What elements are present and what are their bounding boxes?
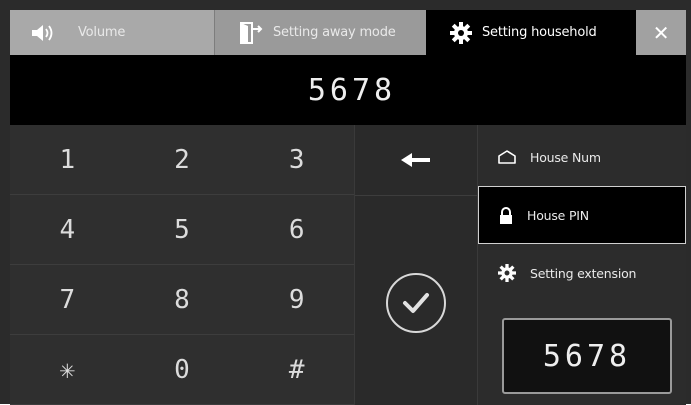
key-8[interactable]: 8 [124, 265, 240, 335]
key-4[interactable]: 4 [10, 195, 125, 265]
key-5[interactable]: 5 [124, 195, 240, 265]
tab-bar: Volume Setting away mode Setting househo… [10, 10, 686, 55]
key-star[interactable]: ✳ [10, 335, 125, 405]
key-2[interactable]: 2 [124, 125, 240, 195]
tab-volume-label: Volume [78, 25, 126, 40]
gear-icon [450, 21, 472, 44]
menu-item-house-num-label: House Num [530, 149, 601, 165]
code-display-bar: 5678 [10, 55, 686, 125]
gear-icon [498, 264, 516, 282]
house-pin-display: 5678 [502, 318, 672, 394]
menu-item-house-pin-label: House PIN [527, 207, 589, 223]
speaker-icon [30, 24, 56, 42]
key-0[interactable]: 0 [124, 335, 240, 405]
key-1[interactable]: 1 [10, 125, 125, 195]
menu-item-house-pin[interactable]: House PIN [478, 186, 686, 244]
house-pin-value: 5678 [542, 338, 632, 374]
menu-item-house-num[interactable]: House Num [478, 128, 686, 186]
household-menu: House Num House PIN Setting extension 56… [478, 125, 686, 405]
key-6[interactable]: 6 [239, 195, 354, 265]
keypad-actions [354, 125, 478, 405]
tab-household[interactable]: Setting household [426, 10, 636, 55]
exit-door-icon [239, 21, 263, 44]
lock-icon [499, 206, 513, 224]
backspace-arrow-icon [401, 152, 431, 168]
key-hash[interactable]: # [239, 335, 354, 405]
numeric-keypad: 1 2 3 4 5 6 7 8 9 ✳ 0 # [10, 125, 354, 405]
tab-household-label: Setting household [482, 25, 597, 40]
key-7[interactable]: 7 [10, 265, 125, 335]
household-settings-screen: Volume Setting away mode Setting househo… [0, 0, 691, 405]
close-icon: ✕ [652, 20, 670, 45]
menu-item-setting-extension[interactable]: Setting extension [478, 244, 686, 302]
backspace-button[interactable] [355, 125, 477, 196]
entered-code: 5678 [307, 72, 397, 108]
house-icon [498, 150, 516, 164]
key-9[interactable]: 9 [239, 265, 354, 335]
menu-item-setting-extension-label: Setting extension [530, 265, 637, 281]
key-3[interactable]: 3 [239, 125, 354, 195]
confirm-button[interactable] [386, 273, 446, 333]
tab-volume[interactable]: Volume [10, 10, 214, 55]
tab-away-mode-label: Setting away mode [273, 25, 396, 40]
check-circle-icon [401, 291, 431, 315]
close-button[interactable]: ✕ [636, 10, 686, 55]
tab-away-mode[interactable]: Setting away mode [214, 10, 426, 55]
